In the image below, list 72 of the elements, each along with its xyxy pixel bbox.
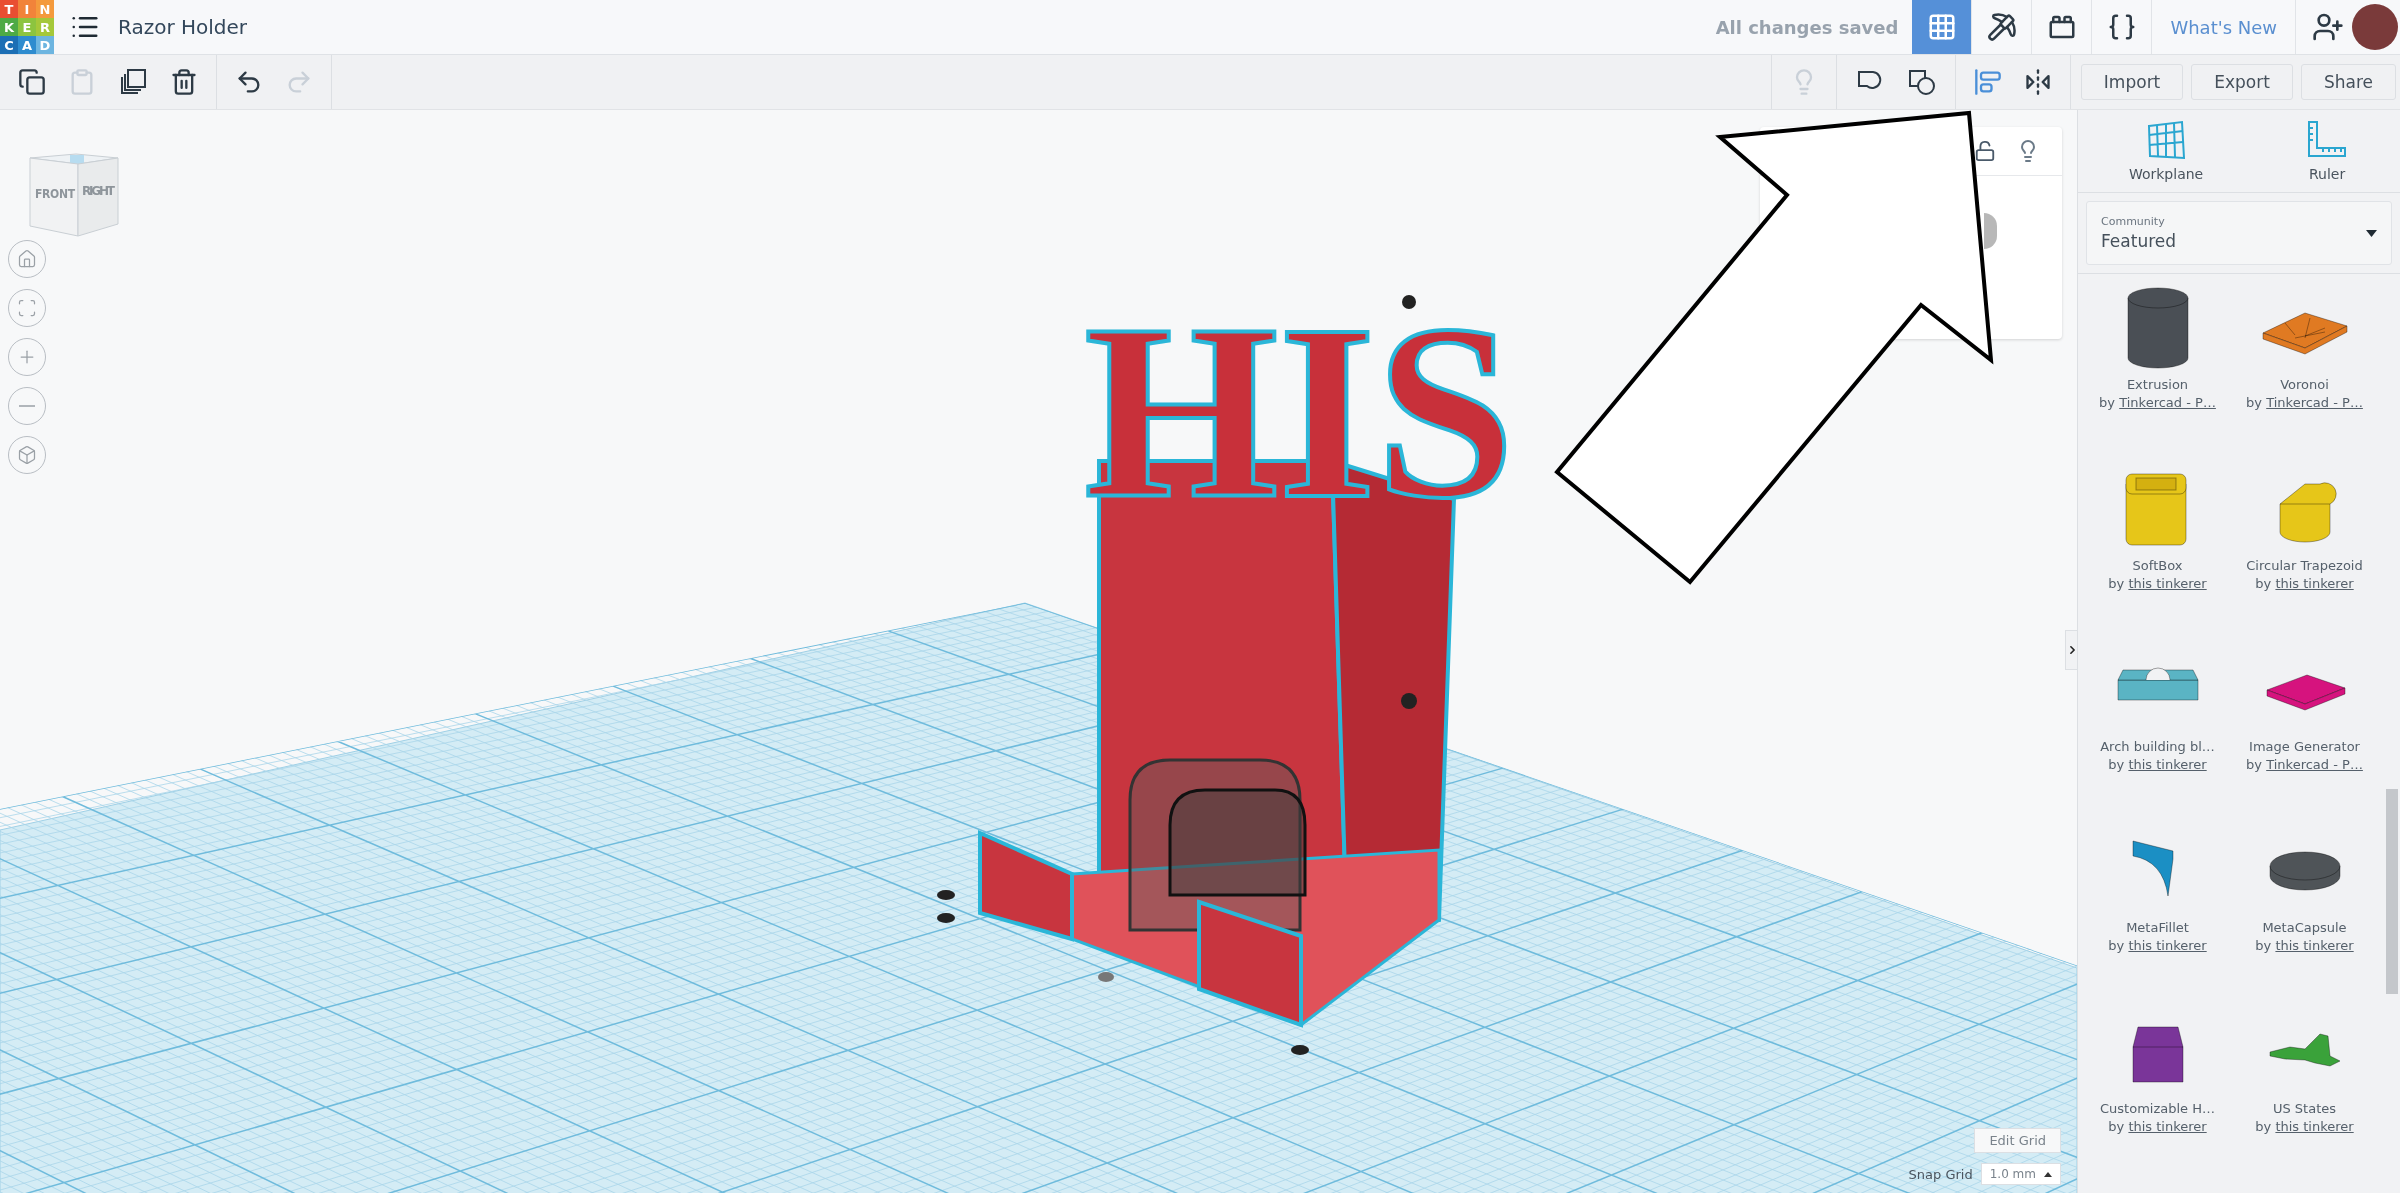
shape-name: Circular Trapezoid	[2246, 558, 2363, 573]
view-switch-button[interactable]	[1912, 0, 1973, 54]
ungroup-icon[interactable]	[1906, 67, 1937, 97]
logo-letter: E	[18, 18, 36, 36]
author-link[interactable]: this tinkerer	[2128, 938, 2207, 953]
shape-author-line: by this tinkerer	[2108, 1119, 2207, 1134]
shape-author-line: by this tinkerer	[2108, 757, 2207, 772]
toolbar-button[interactable]: Import	[2080, 64, 2184, 100]
align-icon[interactable]	[1973, 68, 2002, 96]
cube-icon	[17, 445, 37, 465]
logo-letter: D	[36, 36, 54, 54]
author-link[interactable]: Tinkercad - P…	[2266, 757, 2363, 772]
shape-author-line: by Tinkercad - P…	[2099, 395, 2216, 410]
workplane-tool-button[interactable]: Workplane	[2118, 118, 2214, 182]
author-link[interactable]: this tinkerer	[2128, 1119, 2207, 1134]
logo-letter: N	[36, 0, 54, 18]
shape-author-line: by this tinkerer	[2108, 938, 2207, 953]
edit-grid-button[interactable]: Edit Grid	[1974, 1128, 2061, 1153]
author-link[interactable]: this tinkerer	[2275, 576, 2354, 591]
home-icon	[17, 249, 37, 269]
author-link[interactable]: this tinkerer	[2275, 1119, 2354, 1134]
author-link[interactable]: this tinkerer	[2275, 938, 2354, 953]
author-link[interactable]: Tinkercad - P…	[2266, 395, 2363, 410]
pickaxe-icon	[1986, 12, 2017, 42]
library-dropdown[interactable]: Community Featured	[2086, 201, 2392, 265]
save-status: All changes saved	[1715, 16, 1899, 38]
dropdown-caret-icon	[2366, 229, 2377, 237]
author-link[interactable]: this tinkerer	[2128, 757, 2207, 772]
snap-grid-label: Snap Grid	[1908, 1166, 1973, 1182]
fit-view-icon	[17, 298, 37, 318]
minus-icon	[19, 405, 35, 407]
toolbar-button[interactable]: Export	[2191, 64, 2293, 100]
shape-name: Customizable H…	[2100, 1101, 2215, 1116]
toolbar-button[interactable]: Share	[2300, 64, 2396, 100]
shape-name: SoftBox	[2132, 558, 2183, 573]
copy-icon[interactable]	[18, 68, 46, 96]
shape-name: MetaFillet	[2126, 920, 2189, 935]
shape-name: Voronoi	[2280, 377, 2329, 392]
trash-icon[interactable]	[170, 68, 198, 96]
tinkercad-logo[interactable]: T I N K E R C A D	[0, 0, 54, 54]
snap-grid-select[interactable]: 1.0 mm	[1980, 1163, 2061, 1185]
logo-letter: A	[18, 36, 36, 54]
collapse-panel-button[interactable]	[2065, 630, 2077, 670]
unlock-icon[interactable]	[1974, 140, 1996, 162]
color-swatch[interactable]	[1984, 213, 1997, 249]
whats-new-link[interactable]: What's New	[2152, 0, 2296, 54]
shape-name: MetaCapsule	[2262, 920, 2347, 935]
shape-author-line: by this tinkerer	[2255, 1119, 2354, 1134]
shape-author-line: by this tinkerer	[2255, 938, 2354, 953]
scrollbar-thumb[interactable]	[2386, 789, 2398, 994]
caret-icon	[2044, 1171, 2052, 1177]
author-link[interactable]: Tinkercad - P…	[2119, 395, 2216, 410]
logo-letter: I	[18, 0, 36, 18]
mirror-icon[interactable]	[2023, 68, 2052, 96]
shape-author-line: by Tinkercad - P…	[2246, 395, 2363, 410]
add-user-icon[interactable]	[2312, 11, 2344, 43]
duplicate-icon[interactable]	[118, 67, 148, 97]
shape-author-line: by this tinkerer	[2255, 576, 2354, 591]
logo-letter: C	[0, 36, 18, 54]
user-avatar[interactable]	[2352, 4, 2398, 50]
shape-author-line: by this tinkerer	[2108, 576, 2207, 591]
logo-letter: K	[0, 18, 18, 36]
logo-letter: T	[0, 0, 18, 18]
shape-name: Image Generator	[2249, 739, 2360, 754]
author-link[interactable]: this tinkerer	[2128, 576, 2207, 591]
shape-name: Arch building bl…	[2100, 739, 2215, 754]
shape-name: Extrusion	[2126, 377, 2189, 392]
shape-name: US States	[2272, 1101, 2337, 1116]
logo-letter: R	[36, 18, 54, 36]
workplane-tool-button[interactable]: Ruler	[2295, 118, 2360, 182]
shape-author-line: by Tinkercad - P…	[2246, 757, 2363, 772]
design-title[interactable]: Razor Holder	[118, 15, 248, 39]
